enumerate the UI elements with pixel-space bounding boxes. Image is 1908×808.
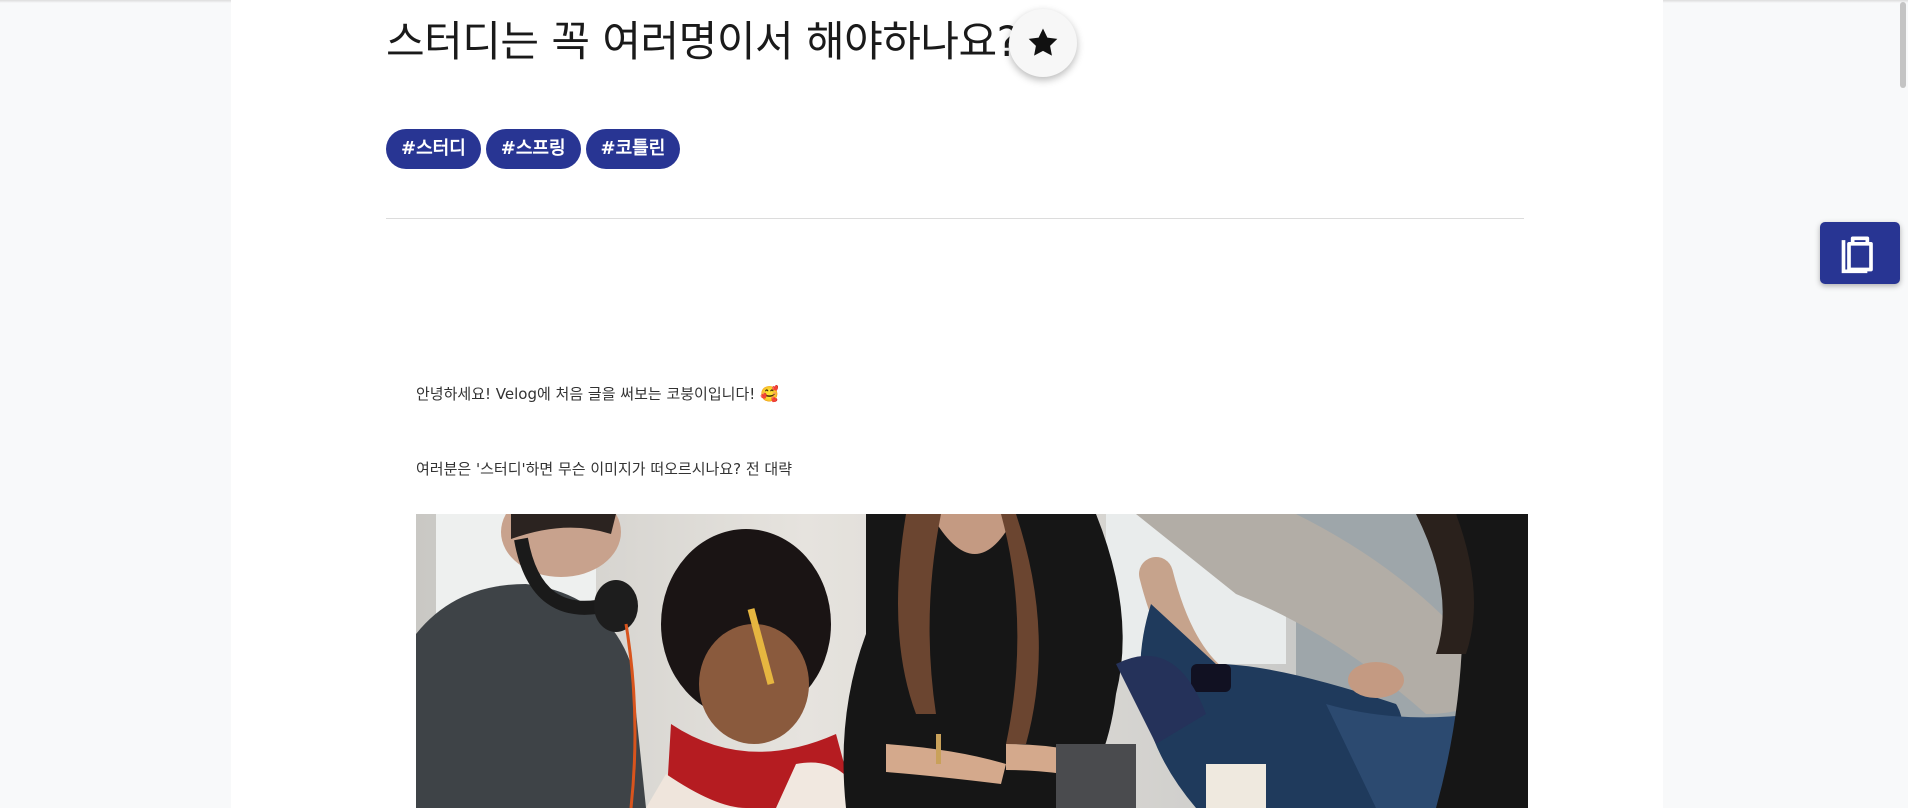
study-group-photo <box>416 514 1528 808</box>
header-divider <box>386 218 1524 219</box>
tag-list: #스터디 #스프링 #코틀린 <box>386 129 681 169</box>
post-title: 스터디는 꼭 여러명이서 해야하나요? <box>386 17 1019 66</box>
tag-study[interactable]: #스터디 <box>386 129 481 169</box>
tag-kotlin[interactable]: #코틀린 <box>585 129 681 169</box>
favorite-button[interactable] <box>1009 9 1077 77</box>
intro-paragraph: 안녕하세요! Velog에 처음 글을 써보는 코붕이입니다! 🥰 <box>416 385 779 403</box>
tag-spring[interactable]: #스프링 <box>485 129 581 169</box>
clipboard-icon <box>1841 236 1873 274</box>
clipboard-button[interactable] <box>1820 222 1900 284</box>
page-scrollbar[interactable] <box>1898 0 1908 808</box>
star-icon <box>1028 28 1058 56</box>
question-paragraph: 여러분은 '스터디'하면 무슨 이미지가 떠오르시나요? 전 대략 <box>416 460 793 478</box>
post-container: 스터디는 꼭 여러명이서 해야하나요? #스터디 #스프링 #코틀린 안녕하세요… <box>231 0 1663 808</box>
scrollbar-thumb[interactable] <box>1900 2 1906 88</box>
